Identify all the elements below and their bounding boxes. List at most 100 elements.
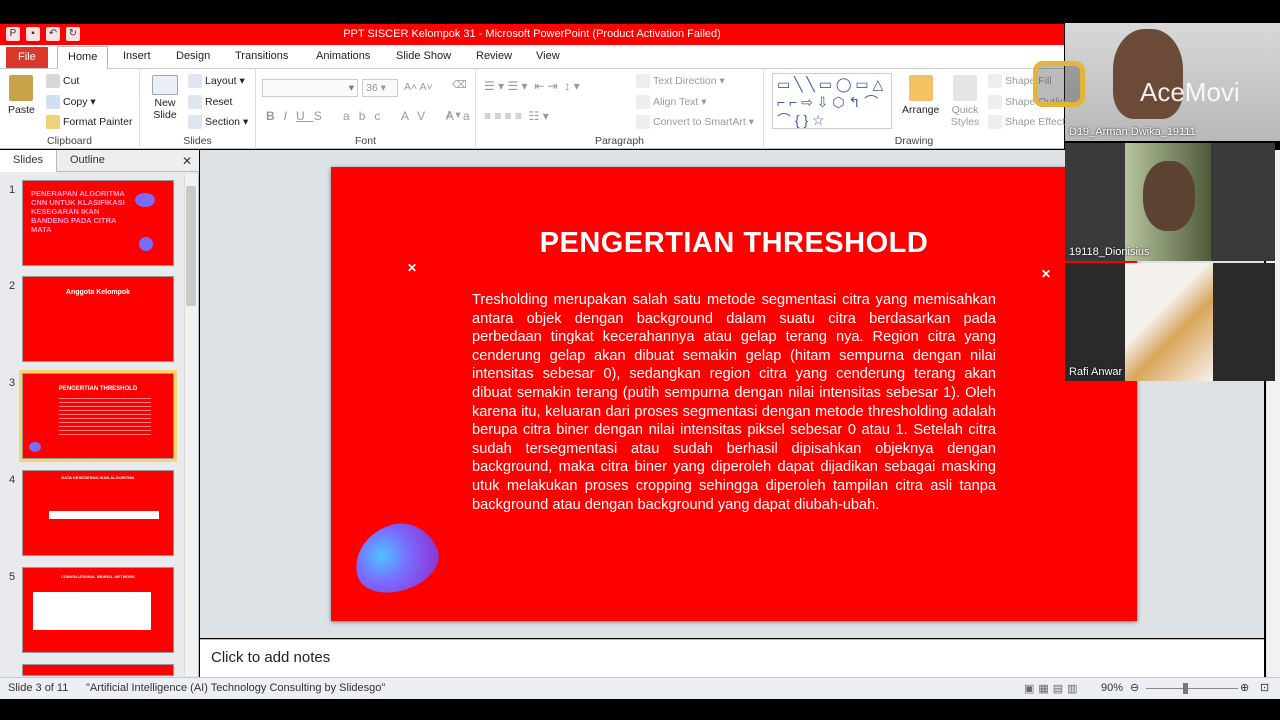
font-size-box[interactable]: 36 ▾ [362,79,398,97]
quick-styles-button[interactable]: Quick Styles [948,75,982,128]
view-buttons[interactable]: ▣▦▤▥ [1024,682,1082,695]
section-button[interactable]: Section ▾ [188,115,248,129]
tab-outline[interactable]: Outline [70,154,105,166]
zoom-in-icon[interactable]: ⊕ [1240,681,1249,694]
tab-file[interactable]: File [6,47,48,68]
person-silhouette [1143,161,1195,231]
layout-button[interactable]: Layout ▾ [188,74,245,88]
layout-icon [188,74,202,88]
new-slide-label: New Slide [153,97,177,121]
align-text-icon [636,95,650,109]
top-black-bar [0,0,1280,24]
slide-title[interactable]: PENGERTIAN THRESHOLD [481,227,987,260]
grow-font-icon[interactable]: A˄ A˅ [404,81,433,93]
list-buttons[interactable]: ☰ ▾ ☰ ▾ ⇤ ⇥ ↕ ▾ [484,79,580,93]
thumb-number: 5 [9,571,16,583]
pane-tabs: Slides Outline ✕ [0,150,199,172]
slides-pane: Slides Outline ✕ 1 PENERAPAN ALGORITMA C… [0,150,199,677]
cut-button[interactable]: Cut [46,74,79,88]
format-painter-button[interactable]: Format Painter [46,115,132,129]
video-overlay-area: D19_Arman Dwika_19111 AceMovi [1025,23,1280,145]
video-frame [1125,263,1213,381]
thumb-title: PENGERTIAN THRESHOLD [58,386,138,392]
zoom-level[interactable]: 90% [1101,682,1123,694]
tab-view[interactable]: View [536,50,560,62]
thumb-title: PENERAPAN ALGORITMA CNN UNTUK KLASIFIKAS… [31,189,125,234]
thumb-number: 4 [9,474,16,486]
thumb-title: Anggota Kelompok [65,289,131,296]
close-pane-icon[interactable]: ✕ [182,154,192,168]
paint-bucket-icon [988,74,1002,88]
slides-group-label: Slides [183,135,212,147]
paste-button[interactable]: Paste [8,75,35,116]
paste-icon [9,75,34,101]
arrange-icon [908,75,933,101]
tab-slide-show[interactable]: Slide Show [396,50,451,62]
notes-placeholder: Click to add notes [211,649,331,666]
acemovi-logo [1025,41,1150,141]
tab-animations[interactable]: Animations [316,50,370,62]
tab-slides[interactable]: Slides [0,150,57,172]
slide-thumbnail-2[interactable]: Anggota Kelompok [22,276,174,362]
slide-thumbnail-4[interactable]: DATA KESEGERAN IKAN ALGORITMA [22,470,174,556]
tab-review[interactable]: Review [476,50,512,62]
slide-thumbnail-3[interactable]: PENGERTIAN THRESHOLD [19,370,177,462]
layout-label: Layout [205,74,237,87]
zoom-slider[interactable] [1146,688,1238,689]
align-text-label: Align Text [653,95,699,108]
participant-video-2: 19118_Dionisius [1065,143,1275,261]
thumb-number: 3 [9,377,16,389]
drawing-group: ▭ ╲ ╲ ▭ ◯ ▭ △ ⌐ ⌐ ⇨ ⇩ ⬡ ↰ ⌒ ⌒ { } ☆ Arra… [764,69,1072,149]
font-group-label: Font [354,135,376,147]
arrange-label: Arrange [902,104,940,116]
effects-icon [988,115,1002,129]
logo-icon [1033,61,1085,107]
fit-slide-icon[interactable]: ⊡ [1260,681,1269,694]
slide-thumbnail-1[interactable]: PENERAPAN ALGORITMA CNN UNTUK KLASIFIKAS… [22,180,174,266]
tab-transitions[interactable]: Transitions [235,50,288,62]
tab-design[interactable]: Design [176,50,210,62]
thumb-image [33,592,151,630]
paste-label: Paste [8,104,35,116]
new-slide-button[interactable]: New Slide [150,75,180,121]
thumb-text-lines [59,398,151,436]
text-direction-button[interactable]: Text Direction ▾ [636,74,725,88]
arrange-button[interactable]: Arrange [902,75,939,116]
font-color-icon[interactable]: A ▾ [446,109,461,121]
participant-video-3: Rafi Anwar [1065,263,1275,381]
align-buttons[interactable]: ≡ ≡ ≡ ≡ ☷ ▾ [484,109,549,123]
new-slide-icon [152,75,178,95]
sparkle-icon: ✕ [1041,267,1052,281]
slides-group: New Slide Layout ▾ Reset Section ▾ Slide… [140,69,256,149]
zoom-out-icon[interactable]: ⊖ [1130,681,1139,694]
ribbon: Paste Cut Copy ▾ Format Painter Clipboar… [0,69,1072,149]
font-name-box[interactable]: ▾ [262,79,358,97]
thumb-title: DATA KESEGERAN IKAN ALGORITMA [61,475,135,480]
blob-icon [29,442,41,452]
slide-thumbnail-6[interactable] [22,664,174,676]
align-text-button[interactable]: Align Text ▾ [636,95,707,109]
zoom-slider-thumb[interactable] [1183,683,1188,694]
quick-styles-label: Quick Styles [950,104,980,128]
gradient-blob-decoration [345,513,447,603]
convert-smartart-button[interactable]: Convert to SmartArt ▾ [636,115,754,129]
brush-icon [46,115,60,129]
reset-button[interactable]: Reset [188,95,232,109]
copy-button[interactable]: Copy ▾ [46,95,96,109]
shapes-gallery[interactable]: ▭ ╲ ╲ ▭ ◯ ▭ △ ⌐ ⌐ ⇨ ⇩ ⬡ ↰ ⌒ ⌒ { } ☆ [772,73,892,129]
section-label: Section [205,115,241,128]
participant-name: Rafi Anwar [1069,366,1123,378]
thumb-diagram [49,511,159,519]
notes-pane[interactable]: Click to add notes [200,639,1264,677]
slide-body-text[interactable]: Tresholding merupakan salah satu metode … [472,291,996,514]
reset-icon [188,95,202,109]
window-title: PPT SISCER Kelompok 31 - Microsoft Power… [343,28,721,40]
reset-label: Reset [205,95,233,108]
pane-scroll-thumb[interactable] [186,186,196,306]
current-slide[interactable]: PENGERTIAN THRESHOLD ✕ ✕ Tresholding mer… [331,167,1137,621]
slide-thumbnail-5[interactable]: CONVOLUTIONAL NEURAL NETWORK [22,567,174,653]
blob-icon [135,193,155,207]
tab-insert[interactable]: Insert [123,50,151,62]
clear-formatting-icon[interactable]: ⌫ [452,79,467,91]
tab-home[interactable]: Home [57,46,109,70]
